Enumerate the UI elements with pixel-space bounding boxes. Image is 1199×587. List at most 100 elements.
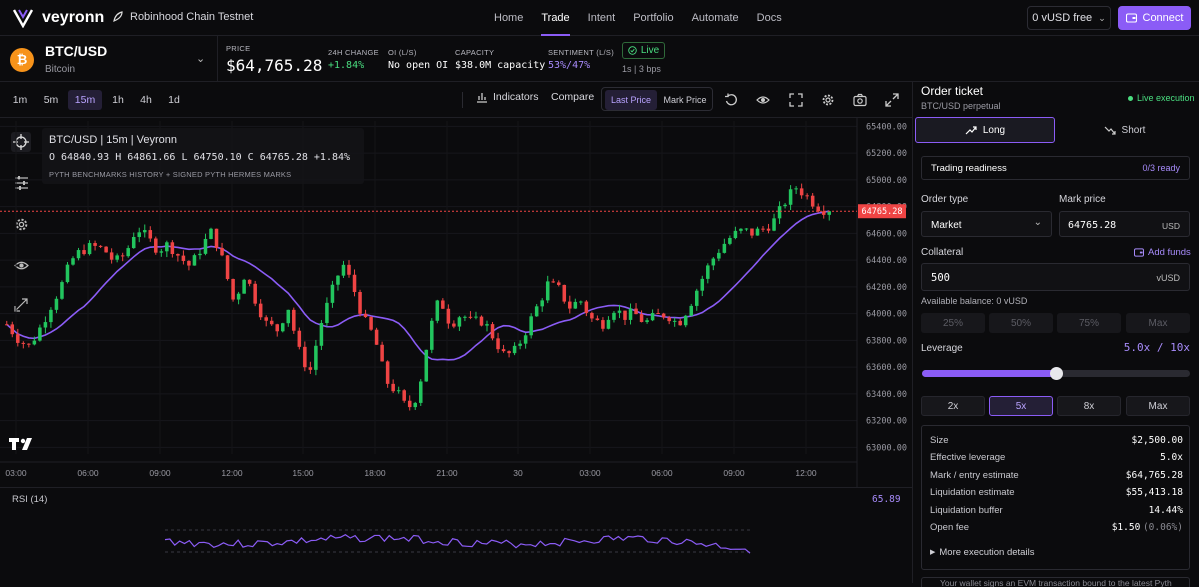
summary-label: Liquidation estimate: [930, 487, 1015, 498]
candle-body: [772, 218, 776, 231]
leverage-slider[interactable]: [922, 367, 1190, 380]
readiness-row[interactable]: Trading readiness 0/3 ready: [921, 156, 1190, 180]
logo[interactable]: veyronn: [12, 8, 104, 28]
capacity-label: CAPACITY: [455, 48, 495, 57]
candle-body: [545, 281, 550, 301]
collateral-input[interactable]: 500 vUSD: [921, 263, 1190, 291]
candle-body: [336, 275, 340, 285]
balance-dropdown[interactable]: 0 vUSD free ⌄: [1027, 6, 1111, 30]
brand-name: veyronn: [42, 9, 105, 26]
candle-body: [728, 237, 732, 244]
undo-icon[interactable]: [724, 93, 738, 107]
long-button[interactable]: Long: [915, 117, 1055, 143]
nav-docs[interactable]: Docs: [757, 0, 782, 36]
nav-automate[interactable]: Automate: [692, 0, 739, 36]
interval-4h[interactable]: 4h: [134, 90, 158, 110]
expand-icon[interactable]: [885, 93, 899, 107]
add-funds-link[interactable]: Add funds: [1134, 247, 1191, 258]
leverage-slider-knob[interactable]: [1050, 367, 1063, 380]
candle-body: [21, 342, 26, 344]
legend-ohlc: O 64840.93 H 64861.66 L 64750.10 C 64765…: [49, 152, 351, 163]
candle-body: [551, 281, 556, 283]
pct-25-button[interactable]: 25%: [921, 313, 985, 333]
candle-body: [253, 283, 257, 304]
collateral-label: Collateral: [921, 247, 964, 258]
candle-body: [308, 367, 313, 370]
market-name: Bitcoin: [45, 64, 76, 75]
candle-body: [16, 334, 20, 343]
summary-subvalue: (0.06%): [1142, 522, 1183, 533]
candle-body: [214, 228, 219, 248]
candle-body: [148, 230, 153, 239]
pct-75-button[interactable]: 75%: [1057, 313, 1121, 333]
eye-icon[interactable]: [756, 93, 770, 107]
last-price-button[interactable]: Last Price: [605, 90, 657, 110]
interval-1h[interactable]: 1h: [106, 90, 130, 110]
live-text: Live: [640, 45, 660, 56]
summary-label: Liquidation buffer: [930, 505, 1003, 516]
candle-body: [203, 238, 208, 254]
nav-trade[interactable]: Trade: [541, 0, 570, 36]
leverage-slider-fill: [922, 370, 1056, 377]
collateral-unit: vUSD: [1156, 273, 1180, 283]
interval-1d[interactable]: 1d: [162, 90, 186, 110]
chevron-down-icon: ⌄: [1098, 12, 1106, 23]
leverage-5x-button[interactable]: 5x: [989, 396, 1053, 416]
candle-body: [568, 301, 572, 309]
market-selector[interactable]: ₿ BTC/USD Bitcoin ⌄: [0, 36, 218, 82]
candle-body: [683, 315, 688, 326]
tradingview-logo-icon: [9, 438, 32, 450]
x-tick-label: 12:00: [221, 468, 243, 478]
candle-body: [380, 344, 384, 362]
footnote-box: Your wallet signs an EVM transaction bou…: [921, 577, 1190, 587]
order-type-select[interactable]: Market ⌄: [921, 211, 1052, 237]
nav-home[interactable]: Home: [494, 0, 523, 36]
interval-1m[interactable]: 1m: [6, 90, 34, 110]
candle-body: [485, 324, 489, 326]
compare-button[interactable]: Compare: [551, 91, 594, 103]
candle-body: [766, 228, 771, 231]
nav-portfolio[interactable]: Portfolio: [633, 0, 673, 36]
chart-toolbar: 1m 5m 15m 1h 4h 1d Indicators Compare: [0, 82, 912, 118]
candle-body: [220, 247, 224, 256]
candle-body: [54, 298, 59, 310]
leverage-max-button[interactable]: Max: [1126, 396, 1190, 416]
candle-body: [402, 390, 406, 401]
chevron-down-icon: ⌄: [1033, 217, 1042, 228]
candle-body: [258, 303, 263, 318]
mark-price-button[interactable]: Mark Price: [659, 90, 711, 110]
readiness-value: 0/3 ready: [1142, 163, 1180, 173]
add-funds-label: Add funds: [1148, 247, 1191, 258]
pct-50-button[interactable]: 50%: [989, 313, 1053, 333]
candle-body: [827, 211, 832, 215]
camera-icon[interactable]: [853, 93, 867, 107]
fullscreen-icon[interactable]: [789, 93, 803, 107]
candle-body: [573, 301, 578, 309]
connect-button[interactable]: Connect: [1118, 6, 1191, 30]
leverage-2x-button[interactable]: 2x: [921, 396, 985, 416]
candle-body: [739, 228, 743, 231]
interval-15m[interactable]: 15m: [68, 90, 102, 110]
leverage-value: 5.0x / 10x: [1123, 341, 1190, 354]
more-details-toggle[interactable]: ▶ More execution details: [930, 547, 1034, 559]
candle-body: [87, 243, 92, 255]
trend-up-icon: [965, 125, 977, 134]
candle-body: [562, 284, 567, 302]
y-tick-label: 64000.00: [866, 310, 907, 320]
pct-max-button[interactable]: Max: [1126, 313, 1190, 333]
sentiment-value: 53%/47%: [548, 60, 591, 71]
nav-intent[interactable]: Intent: [588, 0, 616, 36]
candle-body: [209, 228, 213, 239]
interval-5m[interactable]: 5m: [38, 90, 64, 110]
candle-body: [650, 313, 655, 321]
order-type-label: Order type: [921, 194, 969, 205]
candle-body: [363, 313, 368, 318]
indicators-button[interactable]: Indicators: [476, 91, 539, 103]
gear-icon[interactable]: [821, 93, 835, 107]
short-button[interactable]: Short: [1058, 117, 1191, 143]
leverage-8x-button[interactable]: 8x: [1057, 396, 1121, 416]
candle-body: [131, 237, 136, 249]
candle-body: [358, 291, 362, 314]
candle-body: [612, 312, 616, 320]
candle-body: [479, 316, 484, 326]
